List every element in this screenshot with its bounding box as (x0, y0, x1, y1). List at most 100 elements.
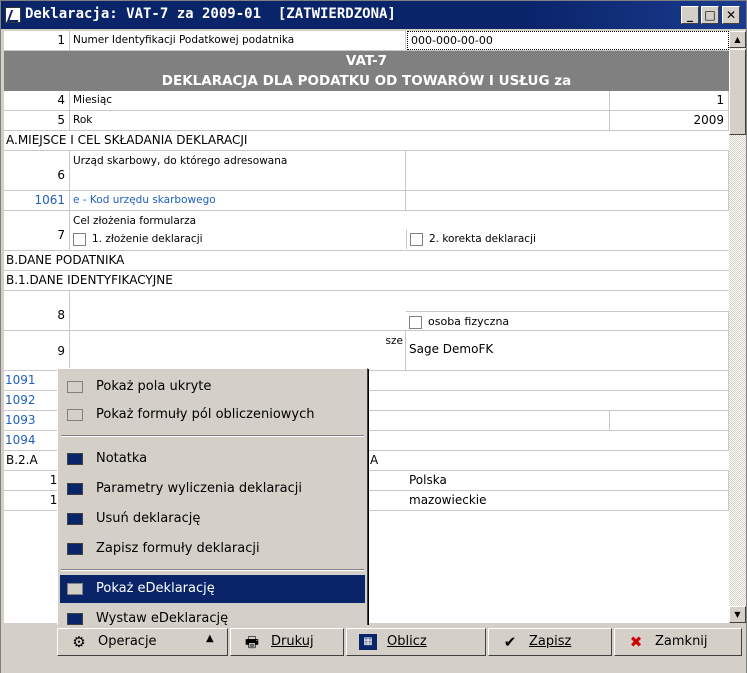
field-input[interactable] (406, 411, 610, 430)
menu-item-label: Notatka (96, 451, 148, 466)
section-prefix: B.2.A (6, 453, 38, 467)
field-label: Rok (70, 111, 610, 130)
option-correction[interactable]: 2. korekta deklaracji (406, 230, 706, 249)
field-label: e - Kod urzędu skarbowego (70, 191, 406, 210)
form-row-9: 9 sze Sage DemoFK (4, 331, 729, 371)
menu-item-label: Pokaż pola ukryte (96, 379, 212, 394)
gears-icon: ⚙ (72, 633, 86, 651)
row-number: 8 (4, 291, 70, 330)
option-label: 2. korekta deklaracji (429, 233, 536, 245)
row-number: 7 (4, 211, 70, 250)
province-value[interactable]: mazowieckie (406, 491, 729, 510)
menu-item-icon (67, 381, 83, 393)
form-row-4: 4 Miesiąc 1 (4, 91, 729, 111)
field-label: sze (70, 331, 406, 370)
declaration-window: Deklaracja: VAT-7 za 2009-01 [ZATWIERDZO… (0, 0, 747, 673)
minimize-button[interactable]: _ (681, 6, 699, 24)
button-label: Operacje (98, 634, 157, 649)
scroll-down-icon[interactable]: ▼ (729, 606, 746, 623)
checkmark-icon: ✔ (503, 633, 517, 651)
title-bar[interactable]: Deklaracja: VAT-7 za 2009-01 [ZATWIERDZO… (1, 1, 746, 29)
section-tail: A (370, 453, 379, 467)
oblicz-button[interactable]: ▦ Oblicz (346, 628, 486, 656)
row-number: 1061 (4, 191, 70, 210)
row-number: 4 (4, 91, 70, 110)
menu-item-label: Usuń deklarację (96, 511, 201, 526)
bottom-toolbar: ⚙ Operacje ▲ 🖶 Drukuj ▦ Oblicz ✔ Zapisz ✖ Zamk… (1, 625, 746, 673)
field-label: Urząd skarbowy, do którego adresowana (70, 151, 406, 190)
year-value[interactable]: 2009 (610, 111, 729, 130)
menu-item-label: Zapisz formuły deklaracji (96, 541, 260, 556)
menu-item-label: Pokaż eDeklarację (96, 581, 215, 596)
caret-up-icon: ▲ (206, 633, 214, 644)
section-b-heading: B.DANE PODATNIKA (4, 251, 729, 271)
scroll-thumb[interactable] (729, 49, 746, 135)
menu-item-show-edeclaration[interactable]: Pokaż eDeklarację (60, 575, 365, 603)
option-label: osoba fizyczna (428, 315, 510, 328)
form-row-7: 7 Cel złożenia formularza 1. złożenie de… (4, 211, 729, 251)
document-icon (5, 7, 21, 23)
form-row-8: 8 osoba fizyczna (4, 291, 729, 331)
menu-item-icon (67, 543, 83, 555)
checkbox[interactable] (409, 315, 422, 329)
scroll-up-icon[interactable]: ▲ (729, 31, 746, 48)
checkbox[interactable] (73, 232, 86, 246)
taxpayer-name-value[interactable]: Sage DemoFK (406, 331, 729, 370)
country-value[interactable]: Polska (406, 471, 729, 490)
menu-separator (61, 435, 364, 437)
vertical-scrollbar[interactable]: ▲ ▼ (729, 31, 746, 623)
tax-office-input[interactable] (406, 151, 729, 190)
menu-item-icon (67, 583, 83, 595)
menu-item-show-formulas[interactable]: Pokaż formuły pól obliczeniowych (60, 401, 365, 429)
menu-item-label: Pokaż formuły pól obliczeniowych (96, 407, 315, 422)
form-row-5: 5 Rok 2009 (4, 111, 729, 131)
menu-separator (61, 569, 364, 571)
menu-item-show-hidden-fields[interactable]: Pokaż pola ukryte (60, 373, 365, 401)
office-code-input[interactable] (406, 191, 729, 210)
menu-item-icon (67, 453, 83, 465)
printer-icon: 🖶 (244, 633, 260, 651)
field-input[interactable] (406, 391, 729, 410)
month-value[interactable]: 1 (610, 91, 729, 110)
checkbox[interactable] (410, 232, 423, 246)
menu-item-icon (67, 483, 83, 495)
nip-input[interactable]: 000-000-00-00 (407, 31, 729, 50)
form-code: VAT-7 (345, 53, 388, 69)
option-label: 1. złożenie deklaracji (92, 233, 203, 245)
form-row-1061: 1061 e - Kod urzędu skarbowego (4, 191, 729, 211)
menu-item-note[interactable]: Notatka (60, 445, 365, 473)
menu-item-label: Wystaw eDeklarację (96, 611, 229, 626)
option-submission[interactable]: 1. złożenie deklaracji (70, 230, 402, 249)
drukuj-button[interactable]: 🖶 Drukuj (230, 628, 344, 656)
close-button[interactable]: ✕ (722, 6, 740, 24)
field-label: Miesiąc (70, 91, 610, 110)
menu-item-icon (67, 613, 83, 625)
row-number: 9 (4, 331, 70, 370)
operacje-button[interactable]: ⚙ Operacje ▲ (57, 628, 228, 656)
zapisz-button[interactable]: ✔ Zapisz (488, 628, 612, 656)
menu-item-delete-declaration[interactable]: Usuń deklarację (60, 505, 365, 533)
menu-item-calc-parameters[interactable]: Parametry wyliczenia deklaracji (60, 475, 365, 503)
option-natural-person[interactable]: osoba fizyczna (406, 311, 729, 331)
row-number: 6 (4, 151, 70, 190)
field-input[interactable] (406, 371, 729, 390)
row-number: 5 (4, 111, 70, 130)
section-a-heading: A.MIEJSCE I CEL SKŁADANIA DEKLARACJI (4, 131, 729, 151)
form-row-1: 1 Numer Identyfikacji Podatkowej podatni… (4, 31, 729, 51)
calculator-icon: ▦ (359, 634, 377, 650)
zamknij-button[interactable]: ✖ Zamknij (614, 628, 742, 656)
menu-item-icon (67, 513, 83, 525)
field-input[interactable] (610, 411, 729, 430)
menu-item-label: Parametry wyliczenia deklaracji (96, 481, 302, 496)
section-b1-heading: B.1.DANE IDENTYFIKACYJNE (4, 271, 729, 291)
menu-item-save-formulas[interactable]: Zapisz formuły deklaracji (60, 535, 365, 563)
menu-item-icon (67, 409, 83, 421)
maximize-button[interactable]: □ (701, 6, 719, 24)
field-input[interactable] (406, 431, 729, 450)
field-label: Cel złożenia formularza (73, 215, 197, 227)
button-label: Oblicz (387, 634, 427, 649)
close-x-icon: ✖ (629, 633, 643, 651)
row-number: 1 (4, 31, 70, 50)
window-title: Deklaracja: VAT-7 za 2009-01 [ZATWIERDZO… (25, 6, 396, 22)
button-label: Zamknij (655, 634, 708, 649)
